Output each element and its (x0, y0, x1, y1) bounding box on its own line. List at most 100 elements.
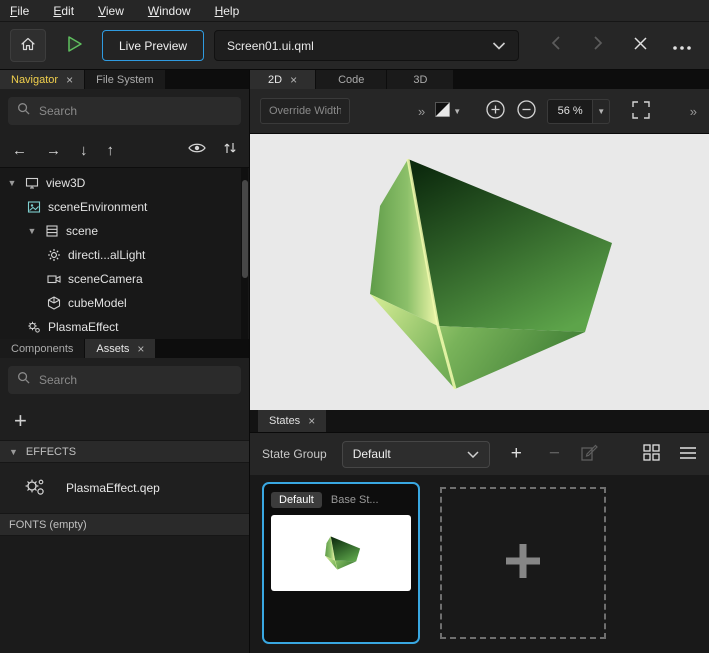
effects-section-header[interactable]: ▼ EFFECTS (0, 440, 249, 463)
toolbar-overflow-icon[interactable]: » (690, 104, 697, 119)
eye-icon[interactable] (188, 141, 206, 159)
menu-bar: File Edit View Window Help (0, 0, 709, 22)
zoom-level-value[interactable]: 56 % (547, 99, 593, 124)
list-view-button[interactable] (679, 446, 697, 463)
tab-3d-label: 3D (413, 74, 427, 86)
navigator-filter-group (188, 141, 237, 160)
forward-button[interactable] (581, 29, 615, 62)
remove-state-group-button[interactable]: − (543, 442, 566, 466)
add-asset-row: + (0, 402, 249, 440)
assets-search-input[interactable] (37, 372, 232, 388)
tab-code[interactable]: Code (316, 70, 387, 89)
list-view-icon (679, 446, 697, 463)
tree-item-label: scene (66, 224, 98, 238)
state-card-default[interactable]: Default Base St... (262, 482, 420, 644)
close-document-button[interactable] (623, 29, 657, 62)
move-right-icon[interactable]: → (46, 142, 61, 159)
toolbar-overflow-icon[interactable]: » (418, 104, 425, 119)
navigator-tabbar: Navigator × File System (0, 70, 249, 89)
tree-item-view3d[interactable]: ▼ view3D (0, 171, 249, 195)
tab-2d-label: 2D (268, 74, 282, 86)
tree-item-scene-environment[interactable]: sceneEnvironment (0, 195, 249, 219)
menu-edit[interactable]: Edit (53, 4, 74, 18)
zoom-in-icon (485, 99, 506, 123)
grid-view-button[interactable] (643, 444, 660, 464)
state-group-select[interactable]: Default (342, 441, 490, 468)
sort-icon[interactable] (223, 141, 237, 160)
tab-2d[interactable]: 2D × (250, 70, 316, 89)
navigator-actions: ← → ↓ ↑ (0, 133, 249, 167)
more-options-button[interactable] (665, 29, 699, 62)
tab-3d[interactable]: 3D (387, 70, 454, 89)
edit-state-group-button[interactable] (581, 444, 598, 464)
tree-item-cube-model[interactable]: cubeModel (0, 291, 249, 315)
state-thumbnail-cube (316, 532, 366, 574)
tree-item-label: sceneCamera (68, 272, 143, 286)
zoom-out-button[interactable] (516, 99, 537, 123)
close-tab-icon[interactable]: × (137, 343, 144, 355)
tab-components[interactable]: Components (0, 339, 85, 358)
tab-states[interactable]: States × (258, 410, 326, 432)
tree-item-directional-light[interactable]: directi...alLight (0, 243, 249, 267)
add-asset-button[interactable]: + (14, 408, 27, 434)
move-up-icon[interactable]: ↑ (107, 142, 115, 159)
home-button[interactable] (10, 29, 46, 62)
close-tab-icon[interactable]: × (308, 415, 315, 427)
state-thumbnail[interactable] (271, 515, 411, 591)
back-button[interactable] (539, 29, 573, 62)
fonts-section-header[interactable]: FONTS (empty) (0, 513, 249, 536)
tree-item-plasma-effect[interactable]: PlasmaEffect (0, 315, 249, 339)
tab-navigator[interactable]: Navigator × (0, 70, 85, 89)
add-state-group-button[interactable]: + (505, 442, 528, 466)
collapse-caret-icon[interactable]: ▼ (6, 178, 18, 188)
more-icon (672, 35, 692, 57)
open-document-selector[interactable]: Screen01.ui.qml (214, 30, 519, 61)
states-tabbar: States × (250, 410, 709, 432)
states-panel: Default Base St... (250, 475, 709, 653)
base-state-label: Base St... (331, 494, 379, 506)
scene-icon (44, 224, 60, 238)
tree-item-scene[interactable]: ▼ scene (0, 219, 249, 243)
tab-code-label: Code (338, 74, 364, 86)
navigator-search-input[interactable] (37, 103, 232, 119)
asset-item-plasma-effect[interactable]: PlasmaEffect.qep (0, 463, 249, 513)
tab-assets[interactable]: Assets × (85, 339, 156, 358)
fit-to-screen-button[interactable] (632, 101, 650, 122)
assets-search-row (0, 358, 249, 402)
menu-view[interactable]: View (98, 4, 124, 18)
directional-light-icon (46, 248, 62, 262)
tree-scrollbar-thumb[interactable] (242, 180, 248, 278)
tree-item-label: view3D (46, 176, 85, 190)
tree-item-scene-camera[interactable]: sceneCamera (0, 267, 249, 291)
close-tab-icon[interactable]: × (290, 74, 297, 86)
design-canvas[interactable] (250, 134, 709, 410)
tab-states-label: States (269, 415, 300, 427)
zoom-out-icon (516, 99, 537, 123)
zoom-level-dropdown[interactable]: ▼ (593, 99, 610, 124)
zoom-in-button[interactable] (485, 99, 506, 123)
move-left-icon[interactable]: ← (12, 142, 27, 159)
tree-item-label: PlasmaEffect (48, 320, 118, 334)
collapse-caret-icon[interactable]: ▼ (26, 226, 38, 236)
live-preview-button[interactable]: Live Preview (102, 30, 204, 61)
close-tab-icon[interactable]: × (66, 74, 73, 86)
menu-window[interactable]: Window (148, 4, 191, 18)
state-name-chip[interactable]: Default (271, 492, 322, 508)
view3d-icon (24, 176, 40, 190)
asset-item-label: PlasmaEffect.qep (66, 481, 160, 495)
search-icon (17, 102, 30, 120)
qt-design-studio-window: File Edit View Window Help Live Preview … (0, 0, 709, 653)
assets-search-field (8, 366, 241, 394)
run-project-button[interactable] (56, 29, 92, 62)
background-color-button[interactable]: ▼ (435, 102, 461, 120)
fit-to-screen-icon (632, 101, 650, 122)
tab-file-system[interactable]: File System (85, 70, 165, 89)
zoom-level-control: 56 % ▼ (547, 99, 610, 124)
navigator-search-field (8, 97, 241, 125)
menu-file[interactable]: File (10, 4, 29, 18)
add-state-button[interactable] (440, 487, 606, 639)
menu-help[interactable]: Help (215, 4, 240, 18)
override-width-input[interactable] (260, 98, 350, 124)
navigator-search-row (0, 89, 249, 133)
move-down-icon[interactable]: ↓ (80, 142, 88, 159)
